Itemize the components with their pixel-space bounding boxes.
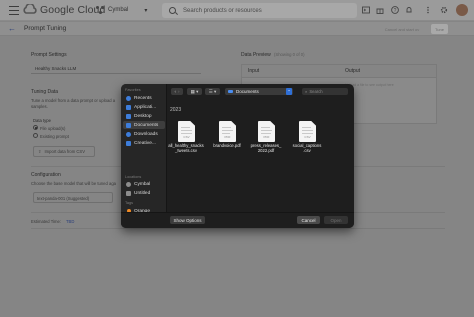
- dialog-search-placeholder: Search: [309, 89, 323, 94]
- applications-icon: [126, 104, 131, 110]
- base-model-select[interactable]: text-panda-001 (Suggested): [33, 192, 113, 203]
- page-toolbar: ← Prompt Tuning Cancel and start ov Tune: [0, 22, 474, 36]
- sidebar-item-creative-cloud[interactable]: Creative...: [123, 139, 165, 147]
- sidebar-item-downloads[interactable]: Downloads: [123, 130, 165, 138]
- locations-heading: Locations: [125, 175, 142, 179]
- tune-button[interactable]: Tune: [431, 24, 448, 34]
- csv-file-icon[interactable]: CSV: [299, 121, 316, 142]
- folder-icon: [228, 89, 233, 94]
- column-header-output: Output: [345, 68, 361, 74]
- file-name[interactable]: all_healthy_snacks _tweets.csv: [167, 143, 205, 153]
- search-icon: ⌕: [305, 89, 308, 94]
- estimated-time-label: Estimated Time:: [31, 219, 62, 224]
- sidebar-item-recents[interactable]: Recents: [123, 94, 165, 102]
- configuration-description: Choose the base model that will be tuned…: [31, 181, 116, 186]
- estimated-time-value: TBD: [66, 219, 75, 224]
- chevron-left-icon: ‹: [174, 89, 177, 94]
- drive-icon: [126, 190, 131, 196]
- favorites-heading: Favorites: [125, 88, 141, 92]
- svg-text:?: ?: [394, 8, 397, 14]
- group-icon: ☰ ▾: [208, 88, 217, 94]
- csv-file-icon[interactable]: CSV: [178, 121, 195, 142]
- top-header: Google Cloud Cymbal ▾ Search products or…: [0, 0, 474, 21]
- back-nav-button[interactable]: ‹ ›: [171, 88, 183, 95]
- chevron-down-icon: ▾: [144, 7, 148, 14]
- search-placeholder: Search products or resources: [183, 7, 262, 14]
- search-bar[interactable]: Search products or resources: [162, 3, 357, 18]
- dialog-search-input[interactable]: ⌕ Search: [302, 88, 348, 95]
- group-button[interactable]: ☰ ▾: [205, 88, 220, 95]
- menu-icon[interactable]: [9, 6, 19, 15]
- existing-prompt-radio[interactable]: [33, 133, 38, 138]
- pdf-file-icon[interactable]: PDF: [219, 121, 236, 142]
- data-preview-heading: Data Preview: [241, 52, 271, 58]
- tags-heading: Tags: [125, 201, 134, 205]
- import-csv-button[interactable]: ⇧ Import data from CSV: [33, 146, 95, 157]
- file-name[interactable]: social_captions .csv: [288, 143, 326, 153]
- settings-icon[interactable]: [440, 6, 448, 14]
- file-name[interactable]: press_releases_ 2022.pdf: [247, 143, 285, 153]
- tuning-description: Tune a model from a data prompt or uploa…: [31, 98, 116, 103]
- clock-icon: [126, 95, 131, 101]
- file-upload-label: File upload(s): [40, 126, 66, 131]
- tuning-description-2: samples.: [31, 104, 48, 109]
- import-csv-label: Import data from CSV: [44, 149, 86, 154]
- show-options-button[interactable]: Show Options: [170, 216, 205, 224]
- existing-prompt-label: Existing prompt: [40, 134, 69, 139]
- cancel-start-over-button[interactable]: Cancel and start ov: [381, 24, 423, 34]
- section-divider: [31, 228, 445, 229]
- search-icon: [169, 7, 176, 14]
- view-mode-button[interactable]: ▦ ▾: [187, 88, 202, 95]
- documents-icon: [126, 122, 131, 128]
- page: Google Cloud Cymbal ▾ Search products or…: [0, 0, 474, 317]
- desktop-icon: [126, 113, 131, 119]
- sidebar-item-desktop[interactable]: Desktop: [123, 112, 165, 120]
- help-icon[interactable]: ?: [391, 6, 399, 14]
- name-field[interactable]: Healthy Snacks LLM: [31, 63, 201, 74]
- downloads-icon: [126, 131, 131, 137]
- project-selector[interactable]: Cymbal ▾: [96, 3, 158, 17]
- google-cloud-logo-icon: [23, 4, 37, 14]
- column-header-input: Input: [242, 65, 436, 78]
- creative-cloud-icon: [126, 140, 131, 146]
- project-icon: [96, 6, 104, 14]
- page-title: Prompt Tuning: [24, 25, 67, 32]
- tuning-data-heading: Tuning Data: [31, 89, 59, 95]
- group-heading-year: 2023: [170, 107, 182, 113]
- file-upload-radio[interactable]: [33, 125, 38, 130]
- prompt-settings-heading: Prompt Settings: [31, 52, 67, 58]
- sidebar-item-cymbal[interactable]: Cymbal: [123, 180, 165, 188]
- chevron-right-icon: ›: [178, 89, 180, 94]
- sidebar-item-untitled[interactable]: Untitled: [123, 189, 165, 197]
- data-preview-count: (Showing 0 of 0): [274, 52, 305, 57]
- gift-icon[interactable]: [376, 6, 384, 14]
- avatar[interactable]: [456, 4, 468, 16]
- sidebar-item-applications[interactable]: Applicati...: [123, 103, 165, 111]
- upload-icon: ⇧: [38, 149, 42, 154]
- chevron-updown-icon: ⌃: [286, 88, 292, 95]
- location-popup[interactable]: Documents ⌃: [225, 88, 293, 95]
- pdf-file-icon[interactable]: PDF: [258, 121, 275, 142]
- back-arrow-icon[interactable]: ←: [8, 24, 16, 33]
- grid-icon: ▦ ▾: [190, 88, 199, 94]
- cloud-icon: [126, 181, 131, 187]
- file-open-dialog: Favorites Recents Applicati... Desktop D…: [121, 84, 354, 228]
- data-type-label: Data type: [33, 118, 51, 123]
- more-vert-icon[interactable]: [424, 6, 432, 14]
- file-name[interactable]: brandvoice.pdf: [208, 143, 246, 148]
- cancel-button[interactable]: Cancel: [297, 216, 320, 224]
- sidebar-item-documents[interactable]: Documents: [123, 121, 165, 129]
- configuration-heading: Configuration: [31, 172, 61, 178]
- dialog-sidebar: Favorites Recents Applicati... Desktop D…: [121, 84, 167, 228]
- terminal-icon[interactable]: [362, 6, 370, 14]
- open-button[interactable]: Open: [324, 216, 348, 224]
- notifications-icon[interactable]: [405, 6, 413, 14]
- location-label: Documents: [236, 89, 259, 94]
- project-name: Cymbal: [108, 7, 129, 13]
